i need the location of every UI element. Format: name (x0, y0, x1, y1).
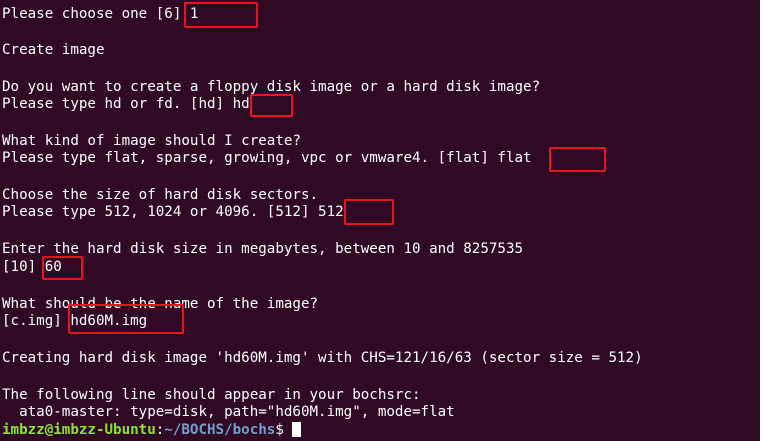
prompt-user-host: imbzz@imbzz-Ubuntu (2, 422, 156, 438)
image-kind-answer: flat (488, 150, 532, 166)
disk-type-answer: hd (224, 96, 250, 112)
disk-type-prompt: Please type hd or fd. [hd] (2, 96, 225, 112)
disk-type-line: Please type hd or fd. [hd] hd (2, 96, 250, 112)
bochsrc-config-line: ata0-master: type=disk, path="hd60M.img"… (2, 404, 455, 420)
answer-highlight-box (344, 199, 394, 225)
menu-choice-line: Please choose one [6] 1 (2, 6, 198, 22)
text-cursor (292, 422, 302, 437)
menu-choice-prompt: Please choose one [6] (2, 6, 182, 22)
sector-size-question: Choose the size of hard disk sectors. (2, 187, 319, 203)
image-name-line: [c.img] hd60M.img (2, 313, 147, 329)
shell-prompt-line[interactable]: imbzz@imbzz-Ubuntu:~/BOCHS/bochs$ (2, 422, 302, 438)
image-kind-question: What kind of image should I create? (2, 133, 301, 149)
disk-size-line: [10] 60 (2, 259, 62, 275)
creating-image-output: Creating hard disk image 'hd60M.img' wit… (2, 350, 643, 366)
prompt-path: ~/BOCHS/bochs (164, 422, 276, 438)
image-kind-prompt: Please type flat, sparse, growing, vpc o… (2, 150, 489, 166)
disk-type-question: Do you want to create a floppy disk imag… (2, 79, 541, 95)
menu-choice-answer: 1 (181, 6, 199, 22)
prompt-symbol: $ (275, 422, 293, 438)
image-name-question: What should be the name of the image? (2, 296, 319, 312)
image-name-prompt: [c.img] (2, 313, 62, 329)
sector-size-line: Please type 512, 1024 or 4096. [512] 512 (2, 204, 344, 220)
disk-size-answer: 60 (36, 259, 62, 275)
disk-size-question: Enter the hard disk size in megabytes, b… (2, 241, 524, 257)
terminal-window[interactable]: Please choose one [6] 1 Create image Do … (0, 0, 760, 441)
bochsrc-hint-line: The following line should appear in your… (2, 387, 421, 403)
image-name-answer: hd60M.img (61, 313, 148, 329)
answer-highlight-box (250, 94, 293, 117)
create-image-header: Create image (2, 42, 105, 58)
sector-size-answer: 512 (309, 204, 344, 220)
sector-size-prompt: Please type 512, 1024 or 4096. [512] (2, 204, 310, 220)
image-kind-line: Please type flat, sparse, growing, vpc o… (2, 150, 532, 166)
disk-size-prompt: [10] (2, 259, 37, 275)
answer-highlight-box (549, 147, 606, 172)
prompt-separator: : (155, 422, 165, 438)
